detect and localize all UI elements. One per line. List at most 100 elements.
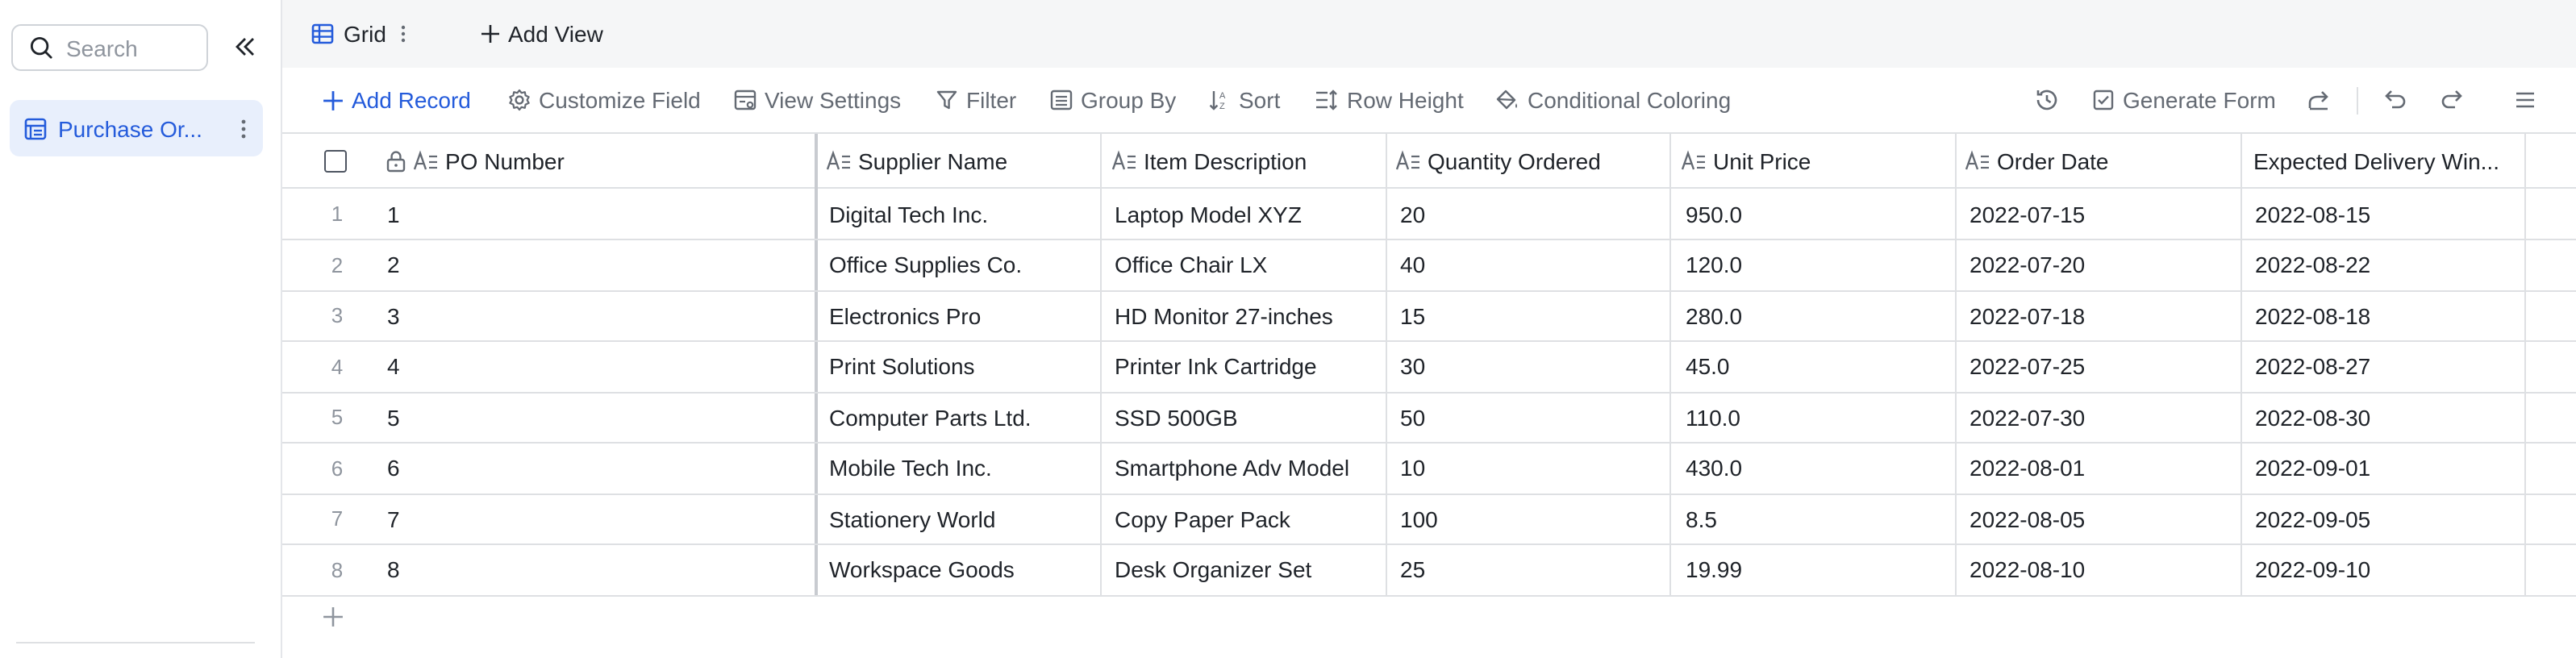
customize-field-button[interactable]: Customize Field [508,68,701,132]
table-cell[interactable]: 10 [1400,443,1666,493]
undo-icon[interactable] [2382,87,2408,113]
table-cell[interactable]: 19.99 [1686,544,1952,594]
table-cell[interactable]: 2022-08-27 [2255,341,2529,391]
table-cell[interactable]: 2022-07-30 [1970,392,2236,442]
history-icon[interactable] [2034,87,2060,113]
table-cell[interactable]: HD Monitor 27-inches [1115,290,1381,340]
table-cell[interactable]: 110.0 [1686,392,1952,442]
table-cell[interactable]: 3 [387,290,807,340]
table-cell[interactable]: 2 [387,239,807,289]
column-header-unit-price[interactable]: Unit Price [1681,134,1955,187]
search-input[interactable]: Search [11,24,208,71]
sidebar-item-purchase-orders[interactable]: Purchase Or... [10,100,263,156]
table-cell[interactable]: SSD 500GB [1115,392,1381,442]
table-cell[interactable]: 8 [387,544,807,594]
table-cell[interactable]: Printer Ink Cartridge [1115,341,1381,391]
column-header-order-date[interactable]: Order Date [1965,134,2239,187]
table-cell[interactable]: 2022-09-10 [2255,544,2529,594]
table-row[interactable]: 5 5 Computer Parts Ltd. SSD 500GB 50 110.0 202… [282,392,2576,444]
table-cell[interactable]: 280.0 [1686,290,1952,340]
select-all-checkbox[interactable] [324,134,356,187]
redo-icon[interactable] [2439,87,2465,113]
tab-more-icon[interactable] [401,24,407,44]
add-record-button[interactable]: Add Record [323,68,471,132]
add-view-label: Add View [508,21,603,47]
table-cell[interactable]: Office Chair LX [1115,239,1381,289]
table-cell[interactable]: 45.0 [1686,341,1952,391]
table-cell[interactable]: 2022-07-18 [1970,290,2236,340]
more-vertical-icon[interactable] [240,117,247,140]
table-cell[interactable]: 120.0 [1686,239,1952,289]
collapse-sidebar-icon[interactable] [234,35,256,58]
table-cell[interactable]: Workspace Goods [829,544,1095,594]
table-row[interactable]: 6 6 Mobile Tech Inc. Smartphone Adv Model 10… [282,443,2576,494]
group-by-label: Group By [1081,87,1177,113]
table-cell[interactable]: 2022-08-10 [1970,544,2236,594]
table-cell[interactable]: 5 [387,392,807,442]
table-cell[interactable]: 30 [1400,341,1666,391]
table-cell[interactable]: 7 [387,494,807,543]
table-cell[interactable]: 2022-07-25 [1970,341,2236,391]
view-settings-label: View Settings [765,87,902,113]
table-cell[interactable]: Smartphone Adv Model [1115,443,1381,493]
table-cell[interactable]: 2022-08-30 [2255,392,2529,442]
table-cell[interactable]: 2022-08-18 [2255,290,2529,340]
tab-grid[interactable]: Grid [311,0,407,68]
table-cell[interactable]: 8.5 [1686,494,1952,543]
conditional-coloring-button[interactable]: Conditional Coloring [1495,68,1731,132]
column-header-supplier-name[interactable]: Supplier Name [826,134,1100,187]
generate-form-button[interactable]: Generate Form [2092,68,2276,132]
table-cell[interactable]: 50 [1400,392,1666,442]
table-cell[interactable]: 2022-08-15 [2255,189,2529,239]
table-cell[interactable]: 6 [387,443,807,493]
table-cell[interactable]: Office Supplies Co. [829,239,1095,289]
table-cell[interactable]: Digital Tech Inc. [829,189,1095,239]
table-cell[interactable]: 20 [1400,189,1666,239]
column-header-item-description[interactable]: Item Description [1111,134,1386,187]
table-row[interactable]: 1 1 Digital Tech Inc. Laptop Model XYZ 20 950… [282,189,2576,240]
column-header-quantity-ordered[interactable]: Quantity Ordered [1395,134,1669,187]
table-cell[interactable]: 15 [1400,290,1666,340]
table-row[interactable]: 3 3 Electronics Pro HD Monitor 27-inches 15 2… [282,290,2576,342]
table-cell[interactable]: Stationery World [829,494,1095,543]
column-header-expected-delivery[interactable]: Expected Delivery Win... [2253,134,2528,187]
table-row[interactable]: 7 7 Stationery World Copy Paper Pack 100 8.5 2… [282,494,2576,545]
table-cell[interactable]: 2022-07-15 [1970,189,2236,239]
column-header-label: Quantity Ordered [1428,148,1601,173]
add-view-button[interactable]: Add View [481,0,603,68]
sort-button[interactable]: AZ Sort [1208,68,1280,132]
table-cell[interactable]: Electronics Pro [829,290,1095,340]
add-row-icon[interactable] [323,606,344,627]
table-row[interactable]: 8 8 Workspace Goods Desk Organizer Set 25 19.… [282,544,2576,596]
more-options-icon[interactable] [2515,87,2534,113]
table-cell[interactable]: Copy Paper Pack [1115,494,1381,543]
table-cell[interactable]: 2022-07-20 [1970,239,2236,289]
table-cell[interactable]: Mobile Tech Inc. [829,443,1095,493]
view-settings-button[interactable]: View Settings [734,68,901,132]
share-icon[interactable] [2307,87,2332,113]
table-row[interactable]: 2 2 Office Supplies Co. Office Chair LX 40 12… [282,239,2576,291]
table-cell[interactable]: 1 [387,189,807,239]
table-cell[interactable]: Computer Parts Ltd. [829,392,1095,442]
table-cell[interactable]: 2022-08-01 [1970,443,2236,493]
table-cell[interactable]: 2022-09-01 [2255,443,2529,493]
row-height-button[interactable]: Row Height [1315,68,1464,132]
table-cell[interactable]: 950.0 [1686,189,1952,239]
table-cell[interactable]: 2022-08-22 [2255,239,2529,289]
table-cell[interactable]: 2022-08-05 [1970,494,2236,543]
filter-button[interactable]: Filter [936,68,1016,132]
column-header-label: PO Number [445,148,565,173]
table-cell[interactable]: Print Solutions [829,341,1095,391]
table-cell[interactable]: 4 [387,341,807,391]
table-cell[interactable]: Laptop Model XYZ [1115,189,1381,239]
column-header-po-number[interactable]: PO Number [386,134,815,187]
table-row[interactable]: 4 4 Print Solutions Printer Ink Cartridge 30… [282,341,2576,393]
group-by-button[interactable]: Group By [1050,68,1176,132]
table-cell[interactable]: 25 [1400,544,1666,594]
table-cell[interactable]: 2022-09-05 [2255,494,2529,543]
filter-label: Filter [966,87,1017,113]
table-cell[interactable]: 100 [1400,494,1666,543]
table-cell[interactable]: 430.0 [1686,443,1952,493]
table-cell[interactable]: 40 [1400,239,1666,289]
table-cell[interactable]: Desk Organizer Set [1115,544,1381,594]
